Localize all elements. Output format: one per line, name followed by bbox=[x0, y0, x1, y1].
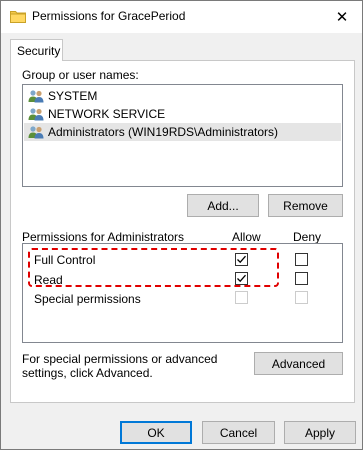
advanced-button[interactable]: Advanced bbox=[254, 352, 343, 375]
permission-row-special: Special permissions bbox=[23, 289, 342, 309]
close-icon: ✕ bbox=[335, 9, 349, 26]
permissions-for-label: Permissions for Administrators bbox=[22, 230, 185, 244]
user-list-item-system[interactable]: SYSTEM bbox=[24, 87, 341, 105]
folder-icon bbox=[10, 11, 26, 23]
remove-button[interactable]: Remove bbox=[268, 194, 343, 217]
user-name: SYSTEM bbox=[48, 89, 98, 103]
user-list-item-administrators[interactable]: Administrators (WIN19RDS\Administrators) bbox=[24, 123, 341, 141]
users-group-icon bbox=[28, 108, 44, 121]
user-name: NETWORK SERVICE bbox=[48, 107, 166, 121]
permission-name: Special permissions bbox=[34, 292, 141, 306]
deny-checkbox-special bbox=[295, 291, 308, 304]
add-button[interactable]: Add... bbox=[187, 194, 259, 217]
tab-security[interactable]: Security bbox=[10, 39, 63, 61]
apply-button[interactable]: Apply bbox=[284, 421, 356, 444]
tab-security-label: Security bbox=[17, 44, 61, 58]
deny-checkbox-full-control[interactable] bbox=[295, 253, 308, 266]
highlight-annotation bbox=[28, 248, 279, 287]
close-button[interactable]: ✕ bbox=[322, 1, 362, 33]
group-names-label: Group or user names: bbox=[22, 68, 139, 82]
permissions-dialog: Permissions for GracePeriod ✕ Security G… bbox=[0, 0, 363, 450]
title-bar: Permissions for GracePeriod ✕ bbox=[1, 1, 362, 33]
window-title: Permissions for GracePeriod bbox=[32, 9, 186, 23]
allow-column-header: Allow bbox=[232, 230, 261, 244]
cancel-button[interactable]: Cancel bbox=[202, 421, 275, 444]
user-name: Administrators (WIN19RDS\Administrators) bbox=[48, 125, 279, 139]
deny-checkbox-read[interactable] bbox=[295, 272, 308, 285]
user-list-item-network-service[interactable]: NETWORK SERVICE bbox=[24, 105, 341, 123]
allow-checkbox-special bbox=[235, 291, 248, 304]
user-list[interactable]: SYSTEM NETWORK SERVICE Administrators (W… bbox=[22, 84, 343, 187]
users-group-icon bbox=[28, 90, 44, 103]
advanced-hint-text: For special permissions or advanced sett… bbox=[22, 352, 218, 380]
users-group-icon bbox=[28, 126, 44, 139]
deny-column-header: Deny bbox=[293, 230, 322, 244]
ok-button[interactable]: OK bbox=[120, 421, 192, 444]
